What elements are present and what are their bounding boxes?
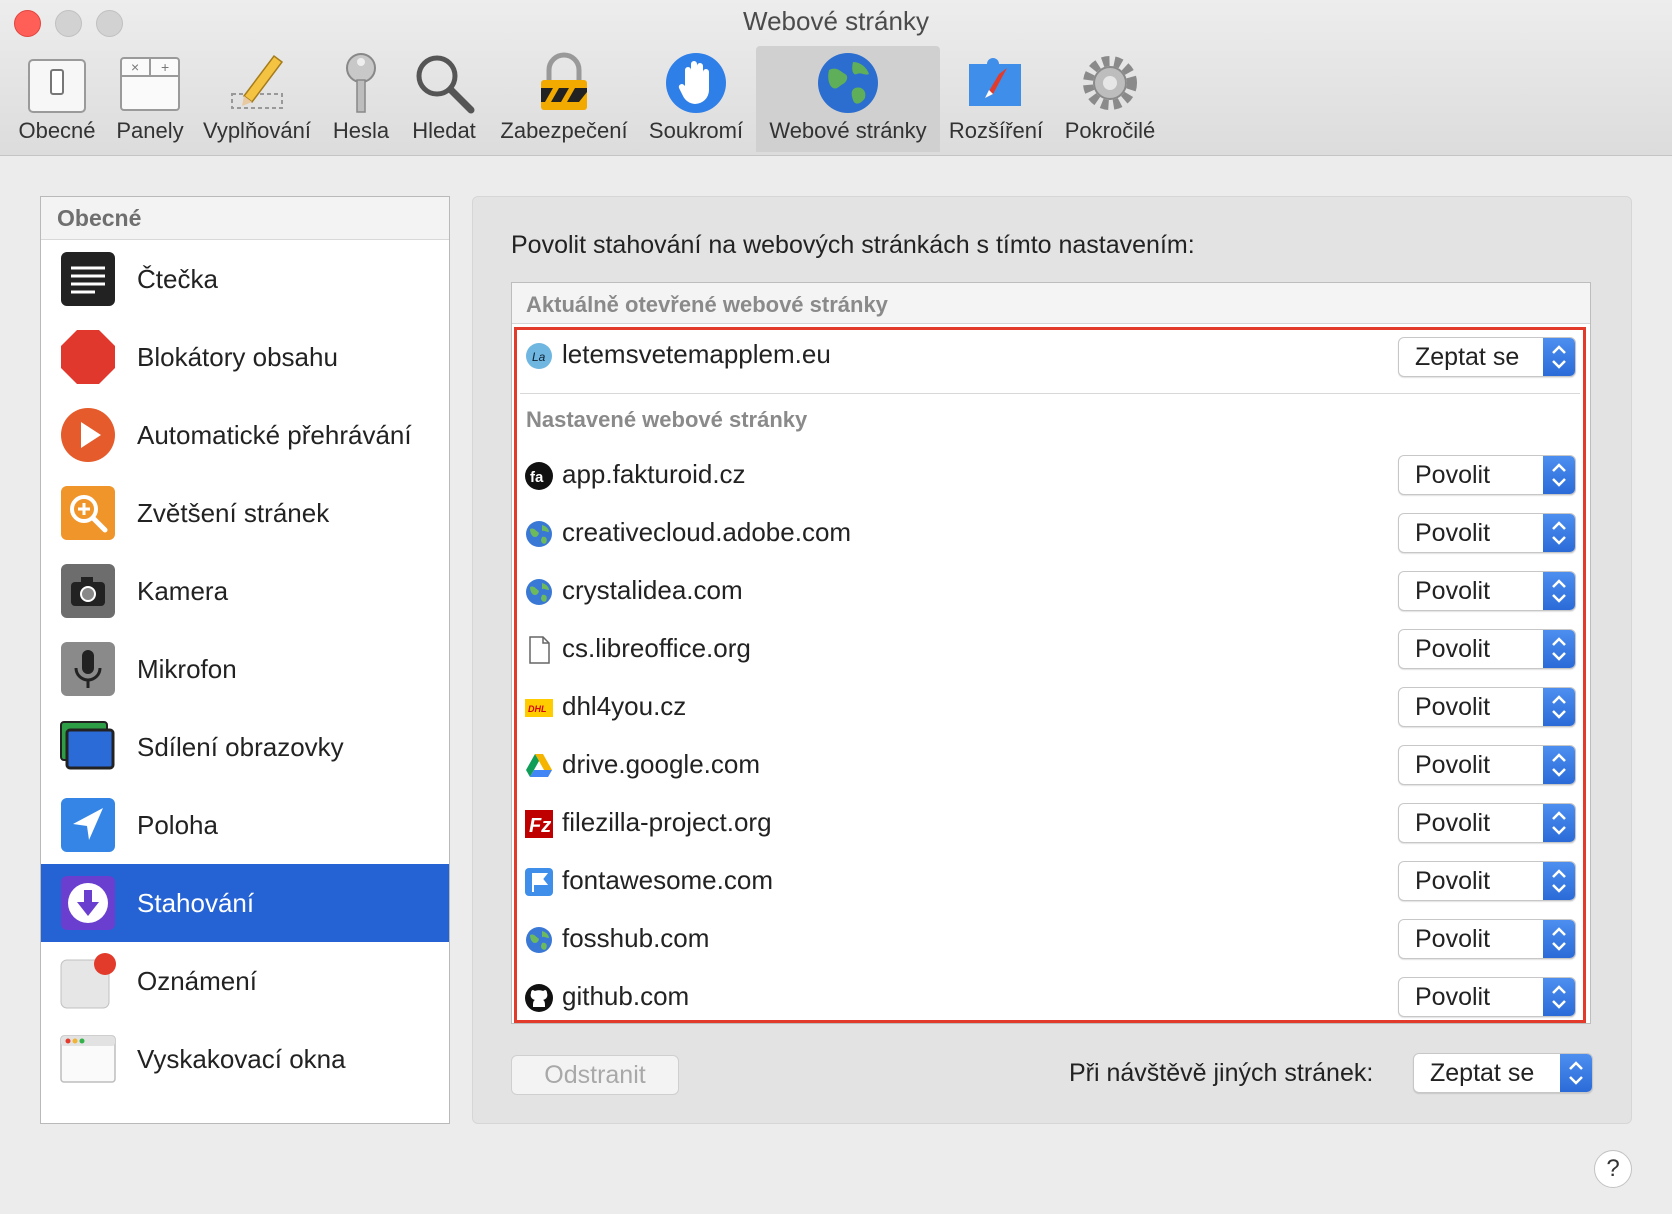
remove-button[interactable]: Odstranit	[511, 1055, 679, 1095]
sidebar-item-label: Sdílení obrazovky	[137, 731, 344, 762]
sidebar-item-camera[interactable]: Kamera	[41, 552, 449, 630]
help-button[interactable]: ?	[1594, 1150, 1632, 1188]
stop-icon	[61, 330, 115, 384]
toolbar-tab-advanced[interactable]: Pokročilé	[1054, 46, 1166, 152]
sidebar-item-label: Blokátory obsahu	[137, 341, 338, 372]
toolbar: Webové stránky Obecné × + Panely Vyplňová…	[0, 0, 1672, 156]
microphone-icon	[61, 642, 115, 696]
toolbar-tab-label: Hledat	[412, 118, 476, 143]
popup-window-icon	[60, 1035, 116, 1083]
pencil-icon	[231, 54, 284, 109]
toolbar-tab-label: Zabezpečení	[500, 118, 628, 143]
sidebar-item-autoplay[interactable]: Automatické přehrávání	[41, 396, 449, 474]
sidebar-item-reader[interactable]: Čtečka	[41, 240, 449, 318]
switch-icon	[28, 59, 86, 113]
sidebar-item-content-blockers[interactable]: Blokátory obsahu	[41, 318, 449, 396]
sidebar-header: Obecné	[41, 197, 449, 240]
toolbar-tab-tabs[interactable]: × + Panely	[110, 46, 190, 152]
toolbar-tab-autofill[interactable]: Vyplňování	[196, 46, 318, 152]
sidebar-item-label: Stahování	[137, 887, 255, 918]
toolbar-tab-label: Soukromí	[648, 118, 744, 143]
select-value: Zeptat se	[1430, 1059, 1535, 1087]
sidebar-item-label: Poloha	[137, 809, 218, 840]
list-header: Aktuálně otevřené webové stránky	[512, 283, 1590, 324]
sidebar-item-page-zoom[interactable]: Zvětšení stránek	[41, 474, 449, 552]
sidebar: Obecné Čtečka Blokátory obsahu Automatic…	[40, 196, 450, 1124]
camera-icon	[61, 564, 115, 618]
panel-heading: Povolit stahování na webových stránkách …	[511, 231, 1195, 259]
highlight-frame	[514, 327, 1586, 1023]
toolbar-tab-label: Hesla	[332, 118, 390, 143]
toolbar-tab-privacy[interactable]: Soukromí	[644, 46, 748, 152]
key-icon	[346, 53, 376, 113]
sidebar-item-notifications[interactable]: Oznámení	[41, 942, 449, 1020]
magnifier-icon	[416, 55, 475, 114]
svg-text:+: +	[161, 59, 169, 75]
lock-icon	[541, 52, 587, 110]
sidebar-item-label: Automatické přehrávání	[137, 419, 412, 450]
screen-share-icon	[60, 721, 115, 770]
puzzle-compass-icon	[969, 58, 1021, 106]
toolbar-tab-label: Panely	[116, 118, 184, 143]
toolbar-tab-general[interactable]: Obecné	[8, 46, 106, 152]
sidebar-item-screen-sharing[interactable]: Sdílení obrazovky	[41, 708, 449, 786]
sidebar-item-label: Mikrofon	[137, 653, 237, 684]
sidebar-item-location[interactable]: Poloha	[41, 786, 449, 864]
sidebar-item-label: Vyskakovací okna	[137, 1043, 346, 1074]
toolbar-tab-label: Pokročilé	[1064, 118, 1156, 143]
toolbar-tab-label: Webové stránky	[769, 118, 927, 143]
toolbar-tab-label: Vyplňování	[202, 118, 312, 143]
tabs-icon: × +	[120, 57, 180, 111]
toolbar-tab-search[interactable]: Hledat	[404, 46, 484, 152]
window-title: Webové stránky	[743, 6, 929, 36]
svg-text:×: ×	[131, 59, 139, 75]
download-icon	[61, 876, 115, 930]
select-arrows	[1560, 1054, 1592, 1092]
sidebar-item-label: Oznámení	[137, 965, 257, 996]
other-sites-setting-select[interactable]: Zeptat se	[1413, 1053, 1593, 1093]
toolbar-tab-label: Rozšíření	[948, 118, 1044, 143]
sidebar-item-microphone[interactable]: Mikrofon	[41, 630, 449, 708]
preferences-window: Webové stránky Obecné × + Panely Vyplňová…	[0, 0, 1672, 1214]
play-icon	[61, 408, 115, 462]
zoom-icon	[61, 486, 115, 540]
sidebar-item-label: Čtečka	[137, 263, 218, 294]
toolbar-tab-label: Obecné	[18, 118, 96, 143]
websites-list: Aktuálně otevřené webové stránky La lete…	[511, 282, 1591, 1024]
sidebar-item-label: Zvětšení stránek	[137, 497, 330, 528]
chevron-updown-icon	[1569, 1061, 1583, 1085]
hand-icon	[666, 53, 726, 113]
toolbar-tab-websites[interactable]: Webové stránky	[756, 46, 940, 152]
reader-icon	[61, 252, 115, 306]
sidebar-item-downloads[interactable]: Stahování	[41, 864, 449, 942]
sidebar-item-popup-windows[interactable]: Vyskakovací okna	[41, 1020, 449, 1098]
sidebar-item-label: Kamera	[137, 575, 229, 606]
other-sites-label: Při návštěvě jiných stránek:	[1069, 1059, 1374, 1087]
toolbar-tab-security[interactable]: Zabezpečení	[492, 46, 636, 152]
notification-icon	[60, 953, 116, 1009]
globe-icon	[818, 53, 878, 113]
gear-icon	[1083, 56, 1137, 110]
toolbar-tab-extensions[interactable]: Rozšíření	[946, 46, 1046, 152]
toolbar-tab-passwords[interactable]: Hesla	[324, 46, 398, 152]
location-icon	[61, 798, 115, 852]
website-settings-panel: Povolit stahování na webových stránkách …	[472, 196, 1632, 1124]
